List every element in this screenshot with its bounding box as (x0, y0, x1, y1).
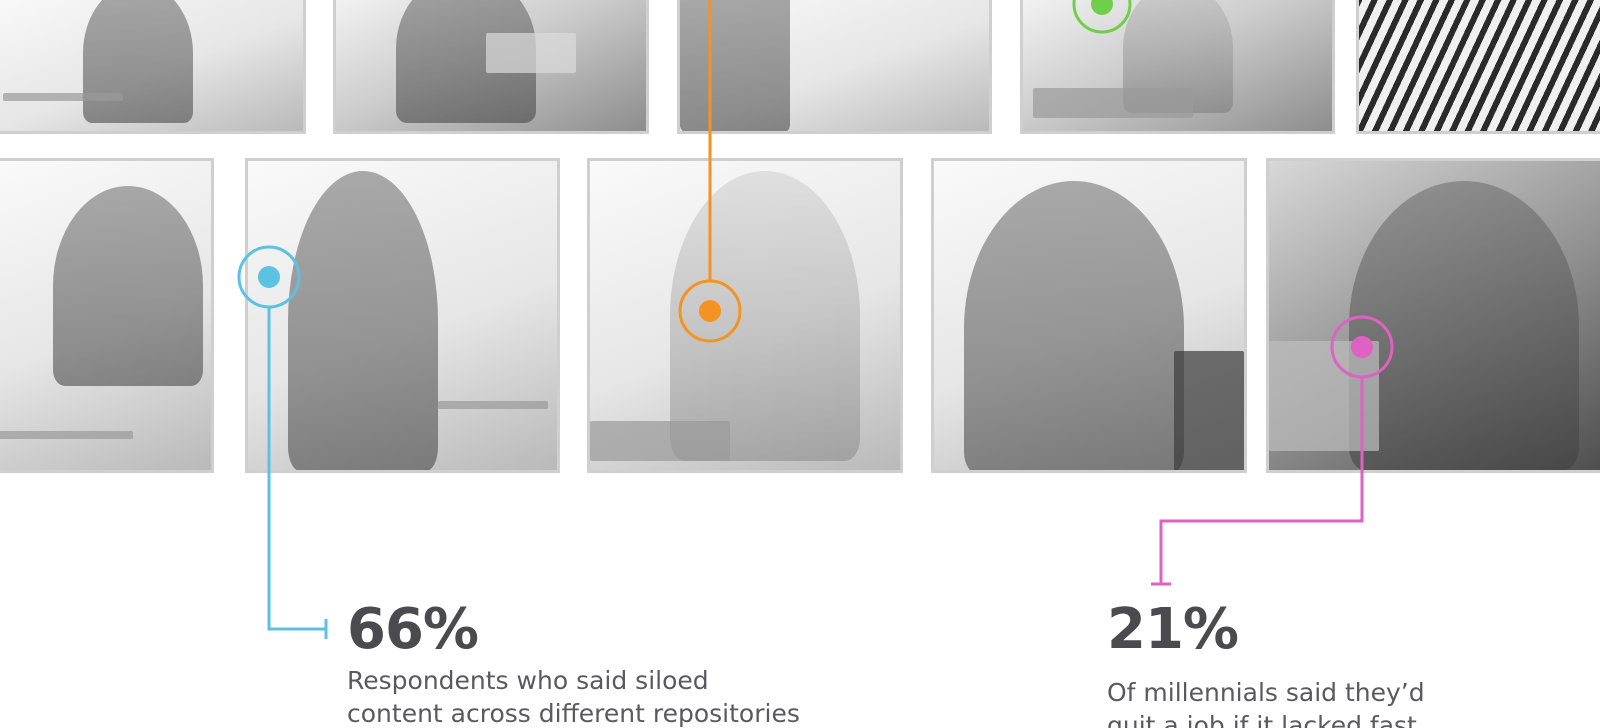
orange-marker (678, 0, 742, 343)
stat-description-line: Of millennials said they’d (1107, 678, 1425, 707)
stat-description-line: quit a job if it lacked fast (1107, 711, 1417, 728)
stat-description-line: Respondents who said siloed (347, 666, 709, 695)
green-marker (1072, 0, 1132, 34)
stat-21-percent: 21% Of millennials said they’d quit a jo… (1107, 602, 1527, 728)
stat-description: Respondents who said siloed content acro… (347, 664, 907, 728)
stat-66-percent: 66% Respondents who said siloed content … (347, 602, 907, 728)
stat-description: Of millennials said they’d quit a job if… (1107, 676, 1527, 728)
stat-percent-value: 21% (1107, 597, 1239, 662)
stat-description-line: content across different repositories (347, 699, 800, 728)
blue-marker (237, 245, 328, 639)
pink-marker (1151, 315, 1394, 586)
infographic-stage: 66% Respondents who said siloed content … (0, 0, 1600, 728)
stat-percent-value: 66% (347, 597, 479, 662)
